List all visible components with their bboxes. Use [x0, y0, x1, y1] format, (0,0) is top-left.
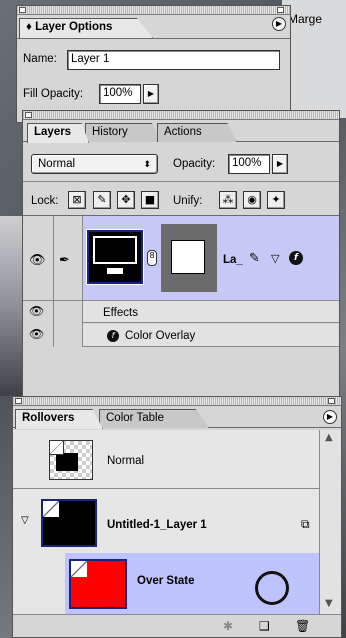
- lock-label: Lock:: [31, 195, 59, 207]
- background-strip: [0, 216, 22, 396]
- layer-name[interactable]: La_: [223, 254, 243, 266]
- name-label: Name:: [23, 53, 57, 65]
- eye-icon[interactable]: 👁: [29, 253, 46, 268]
- slice-thumbnail: [41, 499, 97, 547]
- tab-label: Layer Options: [35, 21, 113, 33]
- fill-opacity-label: Fill Opacity:: [23, 88, 84, 100]
- lock-all-padlock-icon[interactable]: ■: [141, 191, 159, 209]
- lock-transparency-icon[interactable]: ⊠: [68, 191, 86, 209]
- tab-rollovers[interactable]: Rollovers: [15, 409, 103, 429]
- scroll-down-arrow-icon[interactable]: ▼: [325, 598, 333, 609]
- layer-thumbnail[interactable]: [87, 230, 143, 284]
- tab-layer-options[interactable]: ♦ Layer Options: [19, 18, 153, 38]
- unify-position-icon[interactable]: ⁂: [219, 191, 237, 209]
- tab-layers[interactable]: Layers: [27, 123, 89, 143]
- layer-style-f-icon[interactable]: f: [289, 251, 303, 265]
- effect-f-icon: f: [107, 330, 119, 342]
- background-window: Marge: [282, 0, 346, 118]
- background-text: Marge: [288, 12, 323, 26]
- new-state-icon[interactable]: ❑: [259, 619, 270, 633]
- effects-label: Effects: [103, 307, 138, 319]
- list-item-normal[interactable]: Normal: [13, 430, 319, 488]
- fill-opacity-arrow-icon[interactable]: ▶: [143, 84, 159, 104]
- paintbrush-icon[interactable]: ✒: [59, 253, 70, 268]
- eye-icon[interactable]: 👁: [29, 304, 44, 318]
- chain-link-icon[interactable]: 8: [147, 250, 157, 266]
- close-box[interactable]: [25, 112, 32, 118]
- normal-state-thumbnail: [49, 440, 93, 480]
- palette-menu-icon[interactable]: ▶: [272, 17, 286, 31]
- scrollbar[interactable]: ▲ ▼: [319, 430, 341, 614]
- layer-options-palette: ♦ Layer Options ▶ Name: Layer 1 Fill Opa…: [16, 5, 291, 123]
- blend-mode-select[interactable]: Normal ⬍: [31, 154, 158, 174]
- color-overlay-label: Color Overlay: [125, 330, 196, 342]
- eye-icon[interactable]: 👁: [29, 327, 44, 341]
- unify-visibility-icon[interactable]: ◉: [243, 191, 261, 209]
- over-state-swatch: [69, 559, 127, 609]
- lock-position-move-icon[interactable]: ✥: [117, 191, 135, 209]
- layer-brush-icon: ✎: [249, 251, 260, 266]
- unify-style-icon[interactable]: ✦: [267, 191, 285, 209]
- close-box[interactable]: [19, 7, 26, 13]
- layers-titlebar[interactable]: [23, 111, 339, 120]
- unify-label: Unify:: [173, 195, 203, 207]
- diamond-icon: ♦: [26, 21, 32, 33]
- over-state-label: Over State: [137, 575, 195, 587]
- updown-arrows-icon: ⬍: [143, 159, 151, 169]
- normal-label: Normal: [107, 455, 145, 467]
- expand-triangle-icon[interactable]: ▽: [271, 252, 279, 265]
- fill-opacity-input[interactable]: 100%: [99, 84, 141, 104]
- link-column: [54, 301, 83, 347]
- divider: [23, 181, 339, 182]
- layer-name-input[interactable]: Layer 1: [67, 50, 280, 70]
- scroll-up-arrow-icon[interactable]: ▲: [325, 432, 333, 443]
- blend-mode-value: Normal: [38, 158, 76, 170]
- expand-triangle-icon[interactable]: ▽: [21, 515, 29, 526]
- layer-mask-thumbnail[interactable]: [161, 224, 217, 292]
- trash-icon[interactable]: 🗑: [295, 619, 310, 633]
- layer-options-titlebar[interactable]: [17, 6, 290, 15]
- palette-menu-icon[interactable]: ▶: [323, 410, 337, 424]
- list-item-over-state[interactable]: Over State: [65, 553, 319, 614]
- opacity-input[interactable]: 100%: [228, 154, 270, 174]
- rollovers-titlebar[interactable]: [13, 397, 341, 406]
- opacity-arrow-icon[interactable]: ▶: [272, 154, 288, 174]
- layers-palette: Layers History Actions Normal ⬍ Opacity:…: [22, 110, 340, 398]
- close-box[interactable]: [15, 398, 22, 404]
- zoom-box[interactable]: [328, 398, 335, 404]
- slice-label: Untitled-1_Layer 1: [107, 519, 207, 531]
- opacity-label: Opacity:: [173, 158, 216, 170]
- lock-image-brush-icon[interactable]: ✎: [93, 191, 111, 209]
- tab-actions[interactable]: Actions: [157, 123, 237, 142]
- rollovers-bottom-bar: ✱ ❑ 🗑: [13, 614, 341, 637]
- list-item-slice[interactable]: ▽ Untitled-1_Layer 1 ⧉: [13, 489, 319, 553]
- cursor-circle-icon: [255, 571, 289, 605]
- tab-history[interactable]: History: [85, 123, 161, 142]
- layers-stack-icon: ⧉: [301, 517, 310, 531]
- new-slice-icon[interactable]: ✱: [223, 619, 233, 633]
- color-overlay-row[interactable]: [83, 324, 339, 347]
- zoom-box[interactable]: [277, 7, 284, 13]
- tab-color-table[interactable]: Color Table: [99, 409, 209, 428]
- rollovers-palette: Rollovers Color Table ▶ Normal ▽ Untitle…: [12, 396, 342, 638]
